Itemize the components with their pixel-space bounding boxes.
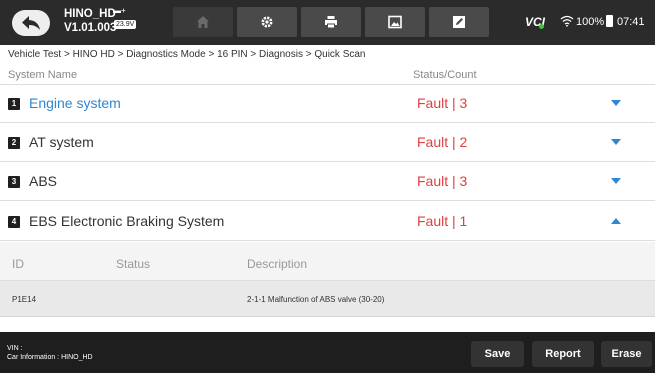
vin-label: VIN : bbox=[7, 345, 23, 352]
chevron-down-icon[interactable] bbox=[610, 99, 622, 107]
edit-icon bbox=[453, 16, 465, 28]
image-icon bbox=[388, 15, 402, 29]
chevron-up-icon[interactable] bbox=[610, 217, 622, 225]
row-number: 4 bbox=[8, 216, 20, 228]
save-button[interactable]: Save bbox=[471, 341, 524, 367]
dtc-description: 2-1-1 Malfunction of ABS valve (30-20) bbox=[247, 295, 385, 304]
vehicle-battery-icon: ▬+ bbox=[113, 6, 126, 15]
gear-icon bbox=[261, 16, 273, 28]
top-bar: HINO_HD V1.01.003 ▬+ 23.9V VCI 100% 07:4… bbox=[0, 0, 655, 45]
column-header-id: ID bbox=[12, 257, 24, 271]
screenshot-button[interactable] bbox=[365, 7, 425, 37]
printer-icon bbox=[325, 16, 337, 29]
report-button[interactable]: Report bbox=[532, 341, 594, 367]
dtc-row[interactable]: P1E14 2-1-1 Malfunction of ABS valve (30… bbox=[0, 281, 655, 317]
row-number: 3 bbox=[8, 176, 20, 188]
system-row-engine[interactable]: 1 Engine system Fault | 3 bbox=[0, 85, 655, 123]
system-status: Fault | 3 bbox=[417, 173, 468, 189]
car-information: Car Information : HINO_HD bbox=[7, 354, 93, 361]
back-button[interactable] bbox=[12, 10, 50, 36]
wifi-icon bbox=[560, 14, 574, 32]
bottom-bar: VIN : Car Information : HINO_HD Save Rep… bbox=[0, 332, 655, 373]
app-name: HINO_HD bbox=[64, 8, 116, 20]
row-number: 1 bbox=[8, 98, 20, 110]
print-button[interactable] bbox=[301, 7, 361, 37]
chevron-down-icon[interactable] bbox=[610, 138, 622, 146]
dtc-id: P1E14 bbox=[12, 295, 37, 304]
battery-percent: 100% bbox=[576, 16, 605, 28]
column-header-description: Description bbox=[247, 257, 308, 271]
quick-scan-screen: HINO_HD V1.01.003 ▬+ 23.9V VCI 100% 07:4… bbox=[0, 0, 655, 373]
system-status: Fault | 1 bbox=[417, 213, 468, 229]
dtc-detail-panel: ID Status Description P1E14 2-1-1 Malfun… bbox=[0, 242, 655, 317]
edit-button[interactable] bbox=[429, 7, 489, 37]
settings-button[interactable] bbox=[237, 7, 297, 37]
home-icon bbox=[197, 16, 209, 28]
system-row-at[interactable]: 2 AT system Fault | 2 bbox=[0, 124, 655, 162]
system-name: EBS Electronic Braking System bbox=[29, 213, 225, 229]
home-button[interactable] bbox=[173, 7, 233, 37]
system-name: ABS bbox=[29, 173, 58, 189]
clock: 07:41 bbox=[617, 16, 645, 28]
vci-connected-icon bbox=[539, 24, 544, 29]
breadcrumb: Vehicle Test > HINO HD > Diagnostics Mod… bbox=[8, 49, 366, 60]
column-header-status: Status bbox=[116, 257, 151, 271]
column-header-status-count: Status/Count bbox=[413, 69, 477, 81]
system-status: Fault | 2 bbox=[417, 134, 468, 150]
system-row-abs[interactable]: 3 ABS Fault | 3 bbox=[0, 163, 655, 201]
system-name: Engine system bbox=[29, 95, 121, 111]
app-version: V1.01.003 bbox=[64, 22, 117, 34]
battery-icon bbox=[606, 15, 613, 27]
system-name: AT system bbox=[29, 134, 94, 150]
column-header-system-name: System Name bbox=[8, 69, 78, 81]
vehicle-info: VIN : Car Information : HINO_HD bbox=[7, 344, 93, 362]
erase-button[interactable]: Erase bbox=[601, 341, 652, 367]
chevron-down-icon[interactable] bbox=[610, 177, 622, 185]
row-number: 2 bbox=[8, 137, 20, 149]
back-arrow-icon bbox=[22, 16, 40, 30]
system-row-ebs[interactable]: 4 EBS Electronic Braking System Fault | … bbox=[0, 203, 655, 241]
voltage-badge: 23.9V bbox=[114, 20, 137, 29]
system-status: Fault | 3 bbox=[417, 95, 468, 111]
